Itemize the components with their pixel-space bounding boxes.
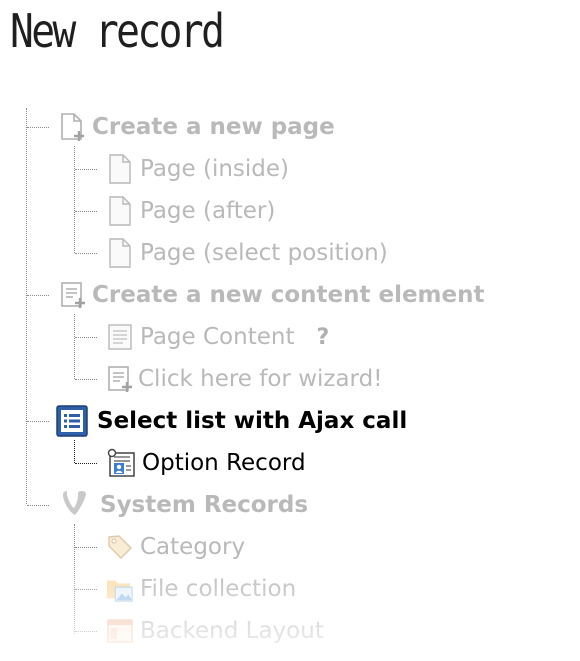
item-label: Page (after): [140, 198, 276, 224]
tree-connector: [27, 295, 49, 296]
tree-connector: [75, 337, 97, 338]
layout-icon: [106, 616, 134, 646]
group-label: Select list with Ajax call: [97, 408, 408, 434]
tag-icon: [106, 532, 134, 562]
item-page-after[interactable]: Page (after): [106, 195, 275, 227]
item-label: Page (select position): [140, 240, 388, 266]
item-backend-layout[interactable]: Backend Layout: [106, 615, 324, 647]
list-icon: [56, 405, 88, 437]
content-new-icon: [106, 364, 134, 394]
tree-connector: [75, 169, 97, 170]
tree-connector: [75, 379, 97, 380]
item-label: Backend Layout: [140, 618, 324, 644]
tree-connector: [74, 524, 75, 634]
group-label: Create a new content element: [92, 282, 485, 308]
page-new-icon: [58, 112, 88, 142]
group-create-page[interactable]: Create a new page: [58, 111, 335, 143]
tree-connector: [27, 505, 49, 506]
page-icon: [106, 196, 134, 226]
group-create-content[interactable]: Create a new content element: [58, 279, 485, 311]
new-record-tree: Create a new page Page (inside) Page (af…: [0, 0, 580, 661]
content-new-icon: [58, 280, 88, 310]
tree-connector: [75, 463, 97, 464]
tree-connector: [27, 127, 49, 128]
tree-connector: [75, 589, 97, 590]
page-icon: [106, 238, 134, 268]
item-page-inside[interactable]: Page (inside): [106, 153, 289, 185]
help-icon[interactable]: ?: [316, 325, 329, 350]
group-system-records[interactable]: System Records: [58, 489, 308, 521]
item-label: Category: [140, 534, 246, 560]
group-label: Create a new page: [92, 114, 335, 140]
tree-connector: [74, 146, 75, 253]
item-page-content[interactable]: Page Content ?: [106, 321, 329, 353]
item-file-collection[interactable]: File collection: [106, 573, 296, 605]
item-label: Page Content: [140, 324, 295, 350]
item-label: Option Record: [142, 450, 306, 476]
group-ajax-select[interactable]: Select list with Ajax call: [56, 405, 407, 437]
page-icon: [106, 154, 134, 184]
item-category[interactable]: Category: [106, 531, 245, 563]
item-option-record[interactable]: Option Record: [106, 447, 306, 479]
content-icon: [106, 322, 134, 352]
item-page-select-position[interactable]: Page (select position): [106, 237, 388, 269]
tree-connector: [75, 253, 97, 254]
item-label: Page (inside): [140, 156, 290, 182]
tree-connector: [75, 631, 97, 632]
tree-connector: [75, 211, 97, 212]
folder-image-icon: [106, 574, 134, 604]
tree-connector: [74, 314, 75, 379]
group-label: System Records: [100, 492, 309, 518]
tree-connector: [26, 108, 27, 504]
item-content-wizard[interactable]: Click here for wizard!: [106, 363, 382, 395]
item-label: Click here for wizard!: [138, 366, 383, 392]
tree-connector: [74, 440, 75, 463]
tree-connector: [27, 421, 49, 422]
record-icon: [106, 448, 136, 478]
typo3-logo-icon: [58, 490, 90, 520]
item-label: File collection: [140, 576, 297, 602]
tree-connector: [75, 547, 97, 548]
